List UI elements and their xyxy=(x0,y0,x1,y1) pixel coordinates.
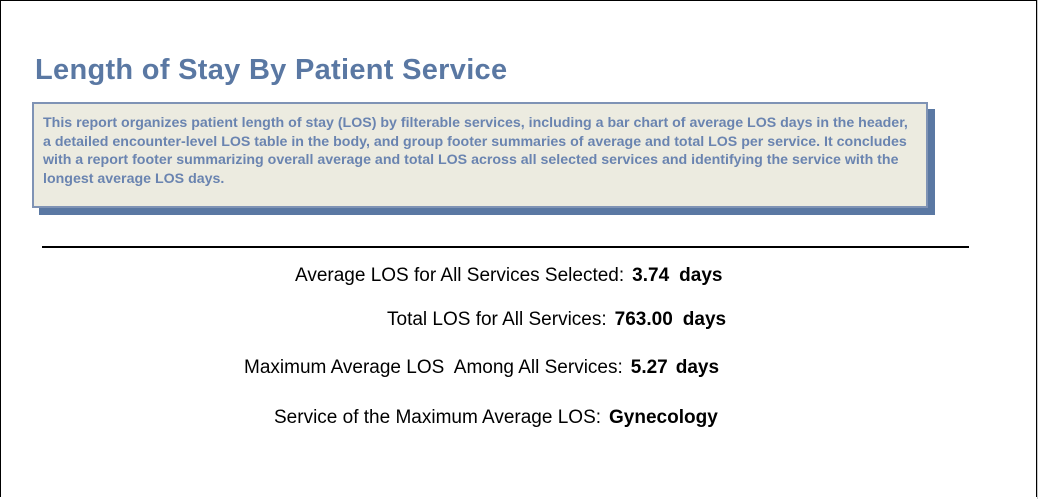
max-average-los-row: Maximum Average LOS Among All Services: 5… xyxy=(244,357,719,379)
viewer-scroll-edge[interactable] xyxy=(1037,0,1045,499)
total-los-unit: days xyxy=(682,309,727,330)
total-los-value: 763.00 xyxy=(614,309,673,330)
average-los-unit: days xyxy=(679,265,723,286)
average-los-label: Average LOS for All Services Selected: xyxy=(295,265,625,286)
max-los-service-label: Service of the Maximum Average LOS: xyxy=(274,407,602,428)
report-page: Length of Stay By Patient Service This r… xyxy=(0,0,1037,497)
footer-divider xyxy=(42,246,969,248)
report-description: This report organizes patient length of … xyxy=(32,102,928,208)
max-los-service-value: Gynecology xyxy=(609,407,718,428)
total-los-row: Total LOS for All Services: 763.00 days xyxy=(387,309,726,331)
total-los-label: Total LOS for All Services: xyxy=(387,309,607,330)
max-average-los-unit: days xyxy=(675,357,720,378)
max-average-los-label: Maximum Average LOS Among All Services: xyxy=(244,357,623,378)
average-los-value: 3.74 xyxy=(632,265,670,286)
average-los-row: Average LOS for All Services Selected: 3.… xyxy=(295,265,722,287)
report-title: Length of Stay By Patient Service xyxy=(35,54,508,86)
max-average-los-value: 5.27 xyxy=(630,357,668,378)
max-los-service-row: Service of the Maximum Average LOS: Gynec… xyxy=(274,407,718,429)
